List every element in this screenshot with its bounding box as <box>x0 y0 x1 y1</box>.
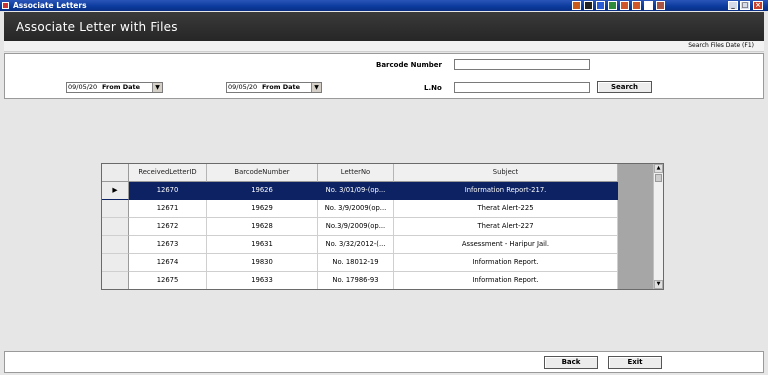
app-icon <box>2 2 9 9</box>
table-row[interactable]: 12672 19628 No.3/9/2009(op... Therat Ale… <box>102 218 618 236</box>
table-row[interactable]: 12675 19633 No. 17986-93 Information Rep… <box>102 272 618 289</box>
row-header[interactable] <box>102 200 129 218</box>
cell-subject[interactable]: Therat Alert-227 <box>394 218 618 236</box>
scroll-up-arrow-icon[interactable]: ▲ <box>654 164 663 173</box>
window-title: Associate Letters <box>13 1 87 10</box>
column-header[interactable]: BarcodeNumber <box>207 164 318 182</box>
cell-received-letter-id[interactable]: 12675 <box>129 272 207 289</box>
scroll-thumb[interactable] <box>655 174 662 182</box>
cell-subject[interactable]: Assessment - Haripur Jail. <box>394 236 618 254</box>
row-header-corner <box>102 164 129 182</box>
column-header[interactable]: ReceivedLetterID <box>129 164 207 182</box>
cell-barcode-number[interactable]: 19626 <box>207 182 318 200</box>
date-label: From Date <box>102 83 141 91</box>
tray-app-icon[interactable] <box>644 1 653 10</box>
cell-letter-no[interactable]: No. 18012-19 <box>318 254 394 272</box>
footer-bar: Back Exit <box>4 351 764 373</box>
page-title: Associate Letter with Files <box>16 20 178 34</box>
cell-barcode-number[interactable]: 19629 <box>207 200 318 218</box>
window-titlebar: Associate Letters _ □ × <box>0 0 768 11</box>
from-date-picker-1[interactable]: 09/05/20 From Date ▼ <box>66 82 163 93</box>
date-value: 09/05/20 <box>228 83 258 91</box>
column-header[interactable]: LetterNo <box>318 164 394 182</box>
tray-app-icon[interactable] <box>584 1 593 10</box>
cell-letter-no[interactable]: No. 3/9/2009(op... <box>318 200 394 218</box>
column-header[interactable]: Subject <box>394 164 618 182</box>
cell-subject[interactable]: Information Report. <box>394 254 618 272</box>
subheader-bar: Search Files Date (F1) <box>4 41 764 52</box>
tray-app-icon[interactable] <box>632 1 641 10</box>
tray-app-icon[interactable] <box>656 1 665 10</box>
tray-word-icon[interactable] <box>596 1 605 10</box>
exit-button[interactable]: Exit <box>608 356 662 369</box>
minimize-button[interactable]: _ <box>728 1 738 10</box>
row-header[interactable] <box>102 254 129 272</box>
cell-received-letter-id[interactable]: 12673 <box>129 236 207 254</box>
table-row[interactable]: 12673 19631 No. 3/32/2012-(... Assessmen… <box>102 236 618 254</box>
cell-barcode-number[interactable]: 19830 <box>207 254 318 272</box>
cell-subject[interactable]: Therat Alert-225 <box>394 200 618 218</box>
cell-subject[interactable]: Information Report. <box>394 272 618 289</box>
cell-letter-no[interactable]: No. 3/01/09-(op... <box>318 182 394 200</box>
cell-received-letter-id[interactable]: 12672 <box>129 218 207 236</box>
cell-barcode-number[interactable]: 19631 <box>207 236 318 254</box>
table-row[interactable]: ▶ 12670 19626 No. 3/01/09-(op... Informa… <box>102 182 618 200</box>
taskbar-tray <box>572 1 668 10</box>
date-label: From Date <box>262 83 301 91</box>
dropdown-arrow-icon[interactable]: ▼ <box>152 83 162 92</box>
cell-subject[interactable]: Information Report-217. <box>394 182 618 200</box>
selected-row-marker-icon: ▶ <box>102 182 129 200</box>
from-date-picker-2[interactable]: 09/05/20 From Date ▼ <box>226 82 322 93</box>
tray-app-icon[interactable] <box>572 1 581 10</box>
cell-letter-no[interactable]: No. 17986-93 <box>318 272 394 289</box>
dropdown-arrow-icon[interactable]: ▼ <box>311 83 321 92</box>
maximize-button[interactable]: □ <box>740 1 750 10</box>
lno-label: L.No <box>424 84 442 92</box>
barcode-input[interactable] <box>454 59 590 70</box>
letters-grid[interactable]: ReceivedLetterID BarcodeNumber LetterNo … <box>101 163 664 290</box>
cell-received-letter-id[interactable]: 12671 <box>129 200 207 218</box>
back-button[interactable]: Back <box>544 356 598 369</box>
cell-barcode-number[interactable]: 19633 <box>207 272 318 289</box>
tray-powerpoint-icon[interactable] <box>620 1 629 10</box>
search-filters-panel: Barcode Number 09/05/20 From Date ▼ 09/0… <box>4 53 764 99</box>
cell-received-letter-id[interactable]: 12670 <box>129 182 207 200</box>
tray-excel-icon[interactable] <box>608 1 617 10</box>
barcode-label: Barcode Number <box>376 61 443 69</box>
search-button[interactable]: Search <box>597 81 652 93</box>
table-row[interactable]: 12674 19830 No. 18012-19 Information Rep… <box>102 254 618 272</box>
date-value: 09/05/20 <box>68 83 98 91</box>
header-banner: Associate Letter with Files <box>4 12 764 41</box>
row-header[interactable] <box>102 236 129 254</box>
row-header[interactable] <box>102 218 129 236</box>
table-row[interactable]: 12671 19629 No. 3/9/2009(op... Therat Al… <box>102 200 618 218</box>
grid-header-row: ReceivedLetterID BarcodeNumber LetterNo … <box>102 164 618 182</box>
close-button[interactable]: × <box>753 1 763 10</box>
row-header[interactable] <box>102 272 129 289</box>
cell-barcode-number[interactable]: 19628 <box>207 218 318 236</box>
cell-letter-no[interactable]: No. 3/32/2012-(... <box>318 236 394 254</box>
lno-input[interactable] <box>454 82 590 93</box>
cell-letter-no[interactable]: No.3/9/2009(op... <box>318 218 394 236</box>
grid-vertical-scrollbar[interactable]: ▲ ▼ <box>653 164 663 289</box>
cell-received-letter-id[interactable]: 12674 <box>129 254 207 272</box>
scroll-down-arrow-icon[interactable]: ▼ <box>654 280 663 289</box>
search-shortcut-hint: Search Files Date (F1) <box>688 42 754 49</box>
